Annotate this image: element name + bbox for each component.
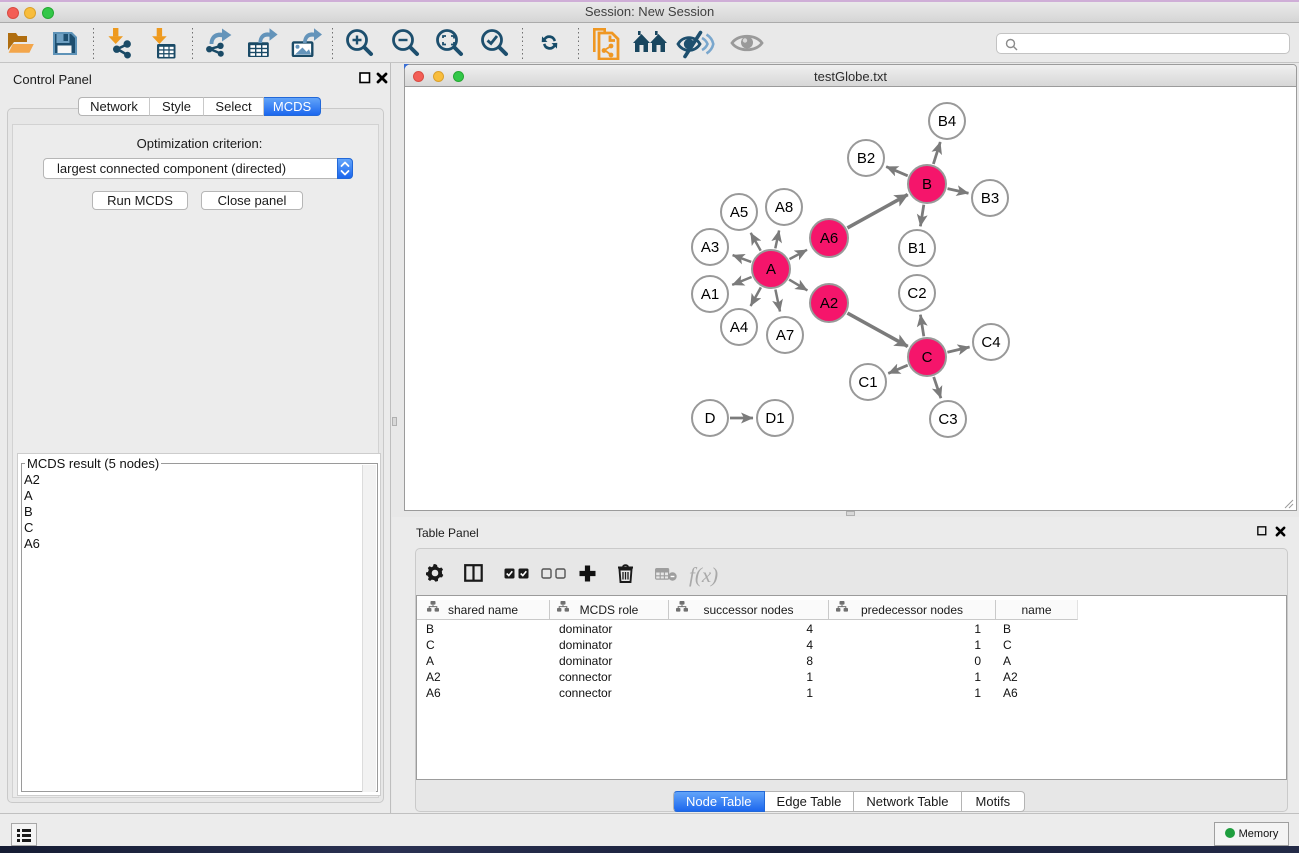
svg-text:D: D [705,410,716,427]
svg-text:B2: B2 [857,150,875,167]
svg-text:A1: A1 [701,286,719,303]
svg-text:D1: D1 [765,410,784,427]
svg-text:C4: C4 [981,334,1000,351]
svg-text:A5: A5 [730,204,748,221]
svg-text:A2: A2 [820,295,838,312]
svg-text:C: C [922,349,933,366]
svg-text:A7: A7 [776,327,794,344]
svg-text:C2: C2 [907,285,926,302]
svg-text:A8: A8 [775,199,793,216]
svg-text:A6: A6 [820,230,838,247]
svg-text:A3: A3 [701,239,719,256]
svg-text:B: B [922,176,932,193]
svg-text:A4: A4 [730,319,748,336]
svg-text:B1: B1 [908,240,926,257]
svg-text:C3: C3 [938,411,957,428]
svg-text:B4: B4 [938,113,956,130]
svg-text:B3: B3 [981,190,999,207]
svg-text:C1: C1 [858,374,877,391]
svg-text:A: A [766,261,776,278]
